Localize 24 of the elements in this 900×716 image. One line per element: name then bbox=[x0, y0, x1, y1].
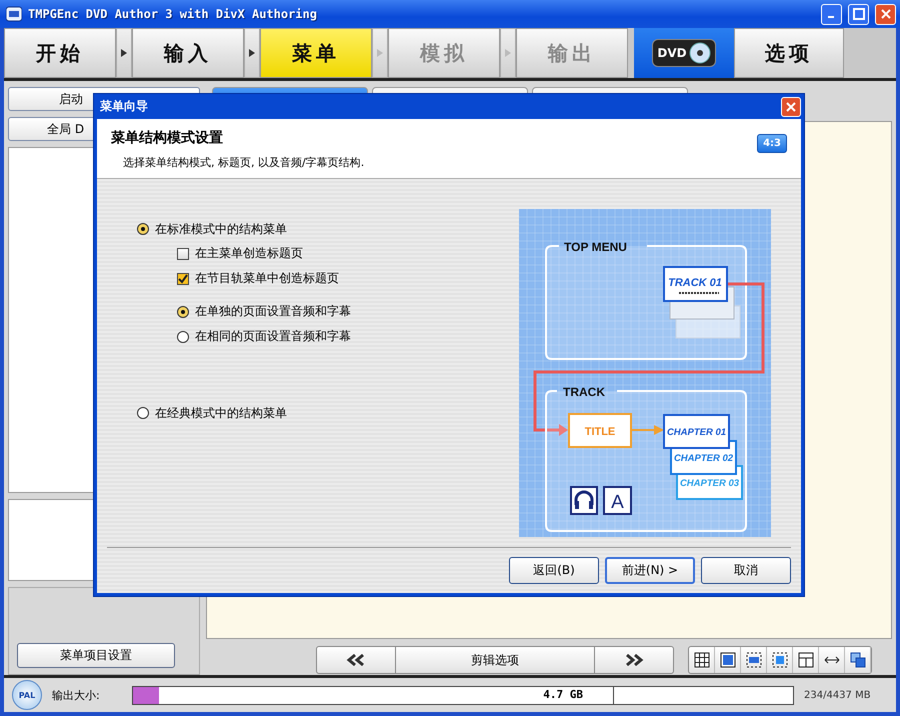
usage-text: 234/4437 MB bbox=[804, 690, 871, 700]
option-label: 在标准模式中的结构菜单 bbox=[155, 220, 287, 238]
dialog-title: 菜单向导 bbox=[100, 98, 148, 115]
frame-label: TRACK bbox=[563, 385, 605, 399]
option-label: 在单独的页面设置音频和字幕 bbox=[195, 303, 351, 320]
dialog-subtitle: 选择菜单结构模式, 标题页, 以及音频/字幕页结构. bbox=[122, 155, 366, 170]
dialog-heading: 菜单结构模式设置 bbox=[111, 129, 224, 147]
window-title: TMPGEnc DVD Author 3 with DivX Authoring bbox=[28, 7, 318, 21]
option-label: 在主菜单创造标题页 bbox=[195, 245, 303, 262]
option-label: 在经典模式中的结构菜单 bbox=[155, 404, 287, 422]
output-size-label: 输出大小: bbox=[52, 688, 101, 702]
option-label: 在节目轨菜单中创造标题页 bbox=[195, 270, 339, 287]
capacity-label: 4.7 GB bbox=[543, 688, 583, 700]
aspect-badge: 4:3 bbox=[757, 134, 787, 153]
track-card-label: TRACK 01 bbox=[668, 277, 722, 289]
option-label: 在相同的页面设置音频和字幕 bbox=[195, 328, 351, 345]
chapter-label: CHAPTER 03 bbox=[680, 478, 740, 489]
chapter-label: CHAPTER 02 bbox=[674, 453, 734, 464]
frame-label: TOP MENU bbox=[564, 240, 627, 254]
subtitle-key-label: A bbox=[611, 492, 624, 513]
title-card-label: TITLE bbox=[584, 426, 616, 438]
pal-badge: PAL bbox=[12, 680, 42, 710]
chapter-label: CHAPTER 01 bbox=[666, 427, 726, 438]
logo-text: DVD bbox=[657, 46, 687, 60]
